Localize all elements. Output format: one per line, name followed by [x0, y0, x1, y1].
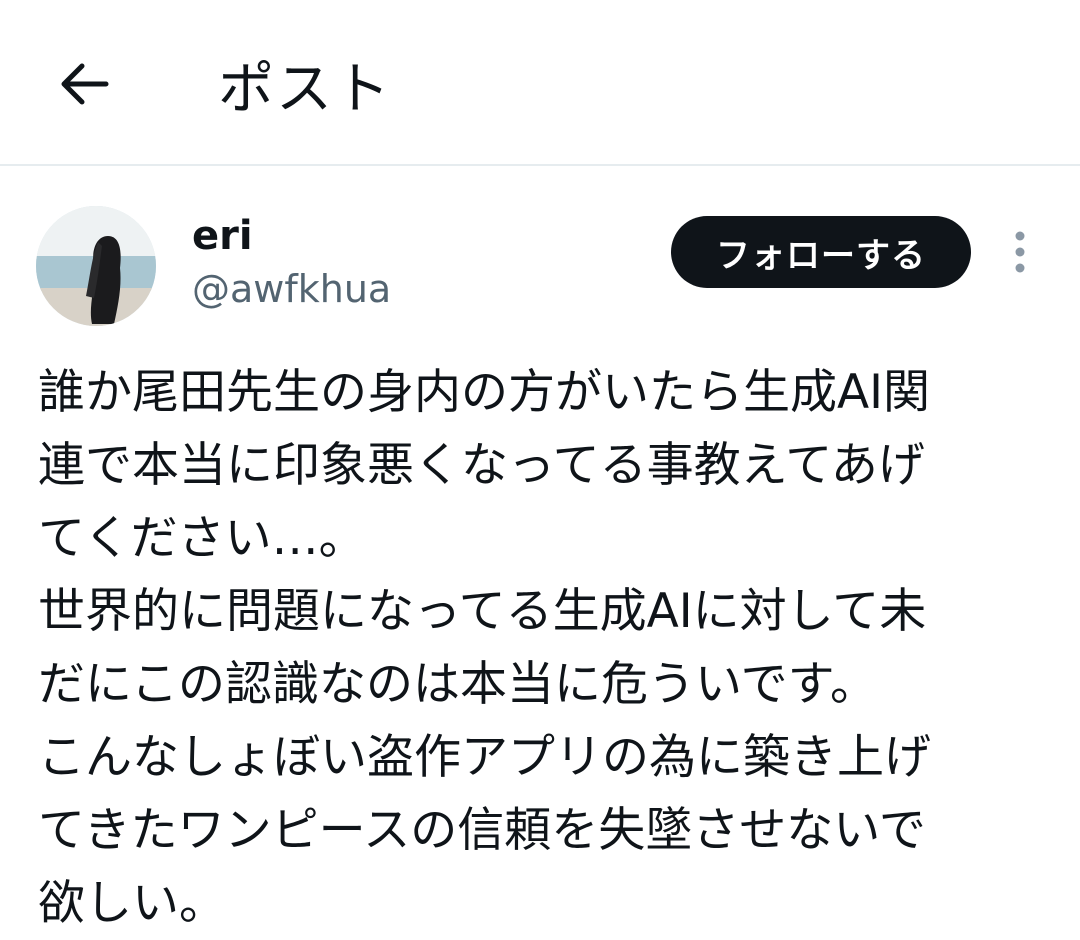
- top-bar: ポスト: [0, 0, 1080, 166]
- avatar[interactable]: [36, 206, 156, 326]
- more-options-button[interactable]: [1000, 228, 1040, 276]
- page-title: ポスト: [218, 57, 392, 122]
- back-button[interactable]: [52, 52, 116, 116]
- author-name[interactable]: eri: [192, 212, 253, 260]
- follow-button[interactable]: フォローする: [671, 216, 971, 288]
- arrow-left-icon: [61, 63, 109, 105]
- post-text: 誰か尾田先生の身内の方がいたら生成AI関 連で本当に印象悪くなってる事教えてあげ…: [38, 365, 931, 931]
- more-vertical-icon: [1015, 231, 1025, 273]
- author-handle[interactable]: @awfkhua: [192, 266, 391, 312]
- avatar-photo: [36, 206, 156, 326]
- post: eri @awfkhua フォローする 誰か尾田先生の身内の方がいたら生成AI関…: [0, 168, 1080, 939]
